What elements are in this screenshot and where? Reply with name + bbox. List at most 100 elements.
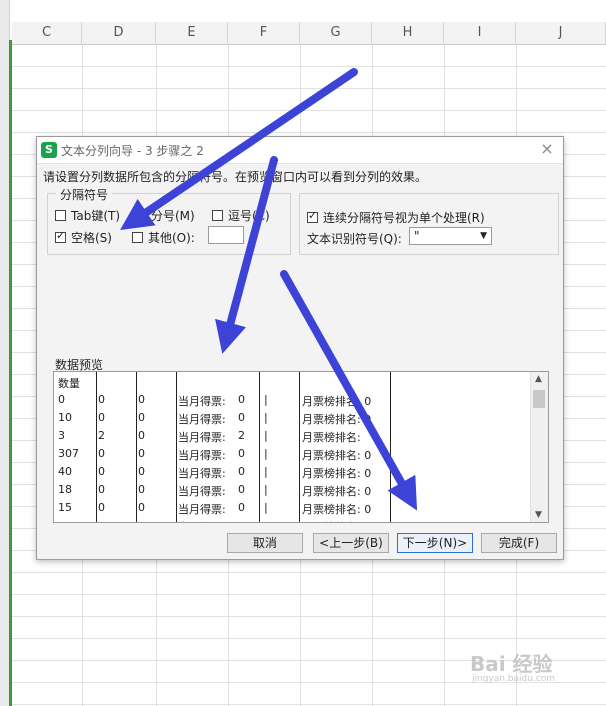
close-icon[interactable]: ×: [539, 141, 555, 157]
delimiters-legend: 分隔符号: [56, 186, 113, 203]
preview-cell: 月票榜排名:: [302, 519, 361, 522]
semicolon-checkbox-label: 分号(M): [151, 209, 195, 223]
top-strip: [0, 0, 606, 22]
chevron-down-icon[interactable]: ▼: [480, 231, 487, 241]
preview-cell: 40: [58, 465, 72, 478]
preview-cell: 当月得票:: [178, 413, 226, 426]
watermark-url: jingyan.baidu.com: [472, 674, 556, 684]
preview-cell: 当月得票:: [178, 449, 226, 462]
preview-row: 10 0 0 当月得票: 0 | 月票榜排名: 0: [54, 410, 532, 428]
baidu-jingyan-watermark: Bai 经验 jingyan.baidu.com: [470, 648, 600, 688]
preview-cell: |: [264, 393, 268, 406]
preview-cell: 月票榜排名: 0: [302, 449, 372, 462]
tab-checkbox-label: Tab键(T): [71, 209, 121, 223]
preview-cell: 0: [238, 411, 245, 424]
grid-row-line: [12, 572, 606, 573]
column-header-g[interactable]: G: [300, 22, 372, 44]
comma-checkbox[interactable]: 逗号(C): [212, 207, 270, 224]
scroll-up-icon[interactable]: ▲: [535, 374, 542, 384]
preview-row: 18 0 0 当月得票: 0 | 月票榜排名: 0: [54, 482, 532, 500]
preview-cell: |: [264, 483, 268, 496]
column-header-i[interactable]: I: [444, 22, 516, 44]
back-button[interactable]: <上一步(B): [313, 533, 389, 553]
preview-row: 数量: [54, 374, 532, 392]
comma-checkbox-box[interactable]: [212, 210, 223, 221]
preview-cell: 307: [58, 447, 79, 460]
preview-cell: 18: [58, 483, 72, 496]
preview-cell: 0: [138, 429, 145, 442]
preview-cell: 0: [138, 393, 145, 406]
preview-row: 307 0 0 当月得票: 0 | 月票榜排名: 0: [54, 446, 532, 464]
other-checkbox[interactable]: 其他(O):: [132, 229, 195, 246]
preview-row: 3 2 0 当月得票: 2 | 月票榜排名:: [54, 428, 532, 446]
watermark-logo: Bai 经验: [470, 652, 553, 676]
preview-row: 0 0 0 当月得票: 0 | 月票榜排名: 0: [54, 392, 532, 410]
text-qualifier-select[interactable]: " ▼: [409, 227, 492, 245]
other-delimiter-input[interactable]: [208, 226, 244, 244]
preview-row: 40 0 0 当月得票: 0 | 月票榜排名: 0: [54, 464, 532, 482]
next-button[interactable]: 下一步(N)>: [397, 533, 473, 553]
preview-scrollbar[interactable]: ▲ ▼: [530, 372, 548, 522]
preview-cell: 0: [98, 411, 105, 424]
semicolon-checkbox[interactable]: 分号(M): [135, 207, 195, 224]
preview-cell: 0: [238, 483, 245, 496]
consecutive-checkbox[interactable]: 连续分隔符号视为单个处理(R): [307, 209, 485, 226]
other-checkbox-box[interactable]: [132, 232, 143, 243]
wps-app-icon: S: [41, 142, 57, 158]
preview-cell: 当月得票:: [178, 431, 226, 444]
preview-cell: |: [264, 411, 268, 424]
grid-row-line: [12, 616, 606, 617]
column-header-c[interactable]: C: [12, 22, 82, 44]
preview-cell: |: [264, 429, 268, 442]
preview-cell: 数量: [58, 377, 80, 390]
scroll-down-icon[interactable]: ▼: [535, 510, 542, 520]
scroll-thumb[interactable]: [533, 390, 545, 408]
preview-cell: 0: [98, 447, 105, 460]
column-header-f[interactable]: F: [228, 22, 300, 44]
column-header-d[interactable]: D: [82, 22, 156, 44]
preview-cell: 0: [58, 393, 65, 406]
preview-cell: 当月得票:: [178, 485, 226, 498]
grid-row-line: [12, 88, 606, 89]
preview-cell: 0: [98, 501, 105, 514]
selected-column-indicator: [9, 40, 12, 706]
preview-cell: |: [264, 447, 268, 460]
space-checkbox[interactable]: 空格(S): [55, 229, 112, 246]
column-header-e[interactable]: E: [156, 22, 228, 44]
preview-cell: 0: [138, 447, 145, 460]
preview-cell: 当月得票:: [178, 503, 226, 516]
preview-cell: 0: [238, 501, 245, 514]
preview-cell: 当月得票:: [178, 395, 226, 408]
grid-row-line: [12, 594, 606, 595]
text-to-columns-dialog: S 文本分列向导 - 3 步骤之 2 × 请设置分列数据所包含的分隔符号。在预览…: [36, 136, 564, 560]
preview-cell: |: [264, 501, 268, 514]
tab-checkbox-box[interactable]: [55, 210, 66, 221]
comma-checkbox-label: 逗号(C): [228, 209, 270, 223]
space-checkbox-box[interactable]: [55, 229, 66, 243]
grid-row-line: [12, 66, 606, 67]
text-qualifier-value: ": [414, 229, 420, 243]
preview-cell: 月票榜排名:: [302, 431, 361, 444]
preview-cell: 2: [238, 429, 245, 442]
preview-cell: 当月得票:: [178, 467, 226, 480]
cancel-button[interactable]: 取消: [227, 533, 303, 553]
preview-cell: 15: [58, 501, 72, 514]
finish-button[interactable]: 完成(F): [481, 533, 557, 553]
preview-row: 15 0 0 当月得票: 0 | 月票榜排名: 0: [54, 500, 532, 518]
instruction-text: 请设置分列数据所包含的分隔符号。在预览窗口内可以看到分列的效果。: [43, 170, 428, 184]
dialog-titlebar[interactable]: S 文本分列向导 - 3 步骤之 2 ×: [37, 137, 563, 164]
semicolon-checkbox-box[interactable]: [135, 210, 146, 221]
preview-cell: 0: [98, 465, 105, 478]
preview-cell: 月票榜排名: 0: [302, 413, 372, 426]
preview-cell: 当月得票:: [178, 519, 226, 522]
grid-row-line: [12, 132, 606, 133]
preview-cell: 月票榜排名: 0: [302, 467, 372, 480]
preview-cell: 0: [138, 411, 145, 424]
consecutive-checkbox-box[interactable]: [307, 209, 318, 223]
tab-checkbox[interactable]: Tab键(T): [55, 207, 120, 224]
data-preview[interactable]: ▲ ▼ 数量 0 0 0 当月得票: 0 | 月票榜排名: 0 10 0 0 当月得票: 0 | 月票榜排名…: [53, 371, 549, 523]
column-header-j[interactable]: J: [516, 22, 606, 44]
consecutive-checkbox-label: 连续分隔符号视为单个处理(R): [323, 211, 485, 225]
other-checkbox-label: 其他(O):: [148, 231, 195, 245]
column-header-h[interactable]: H: [372, 22, 444, 44]
